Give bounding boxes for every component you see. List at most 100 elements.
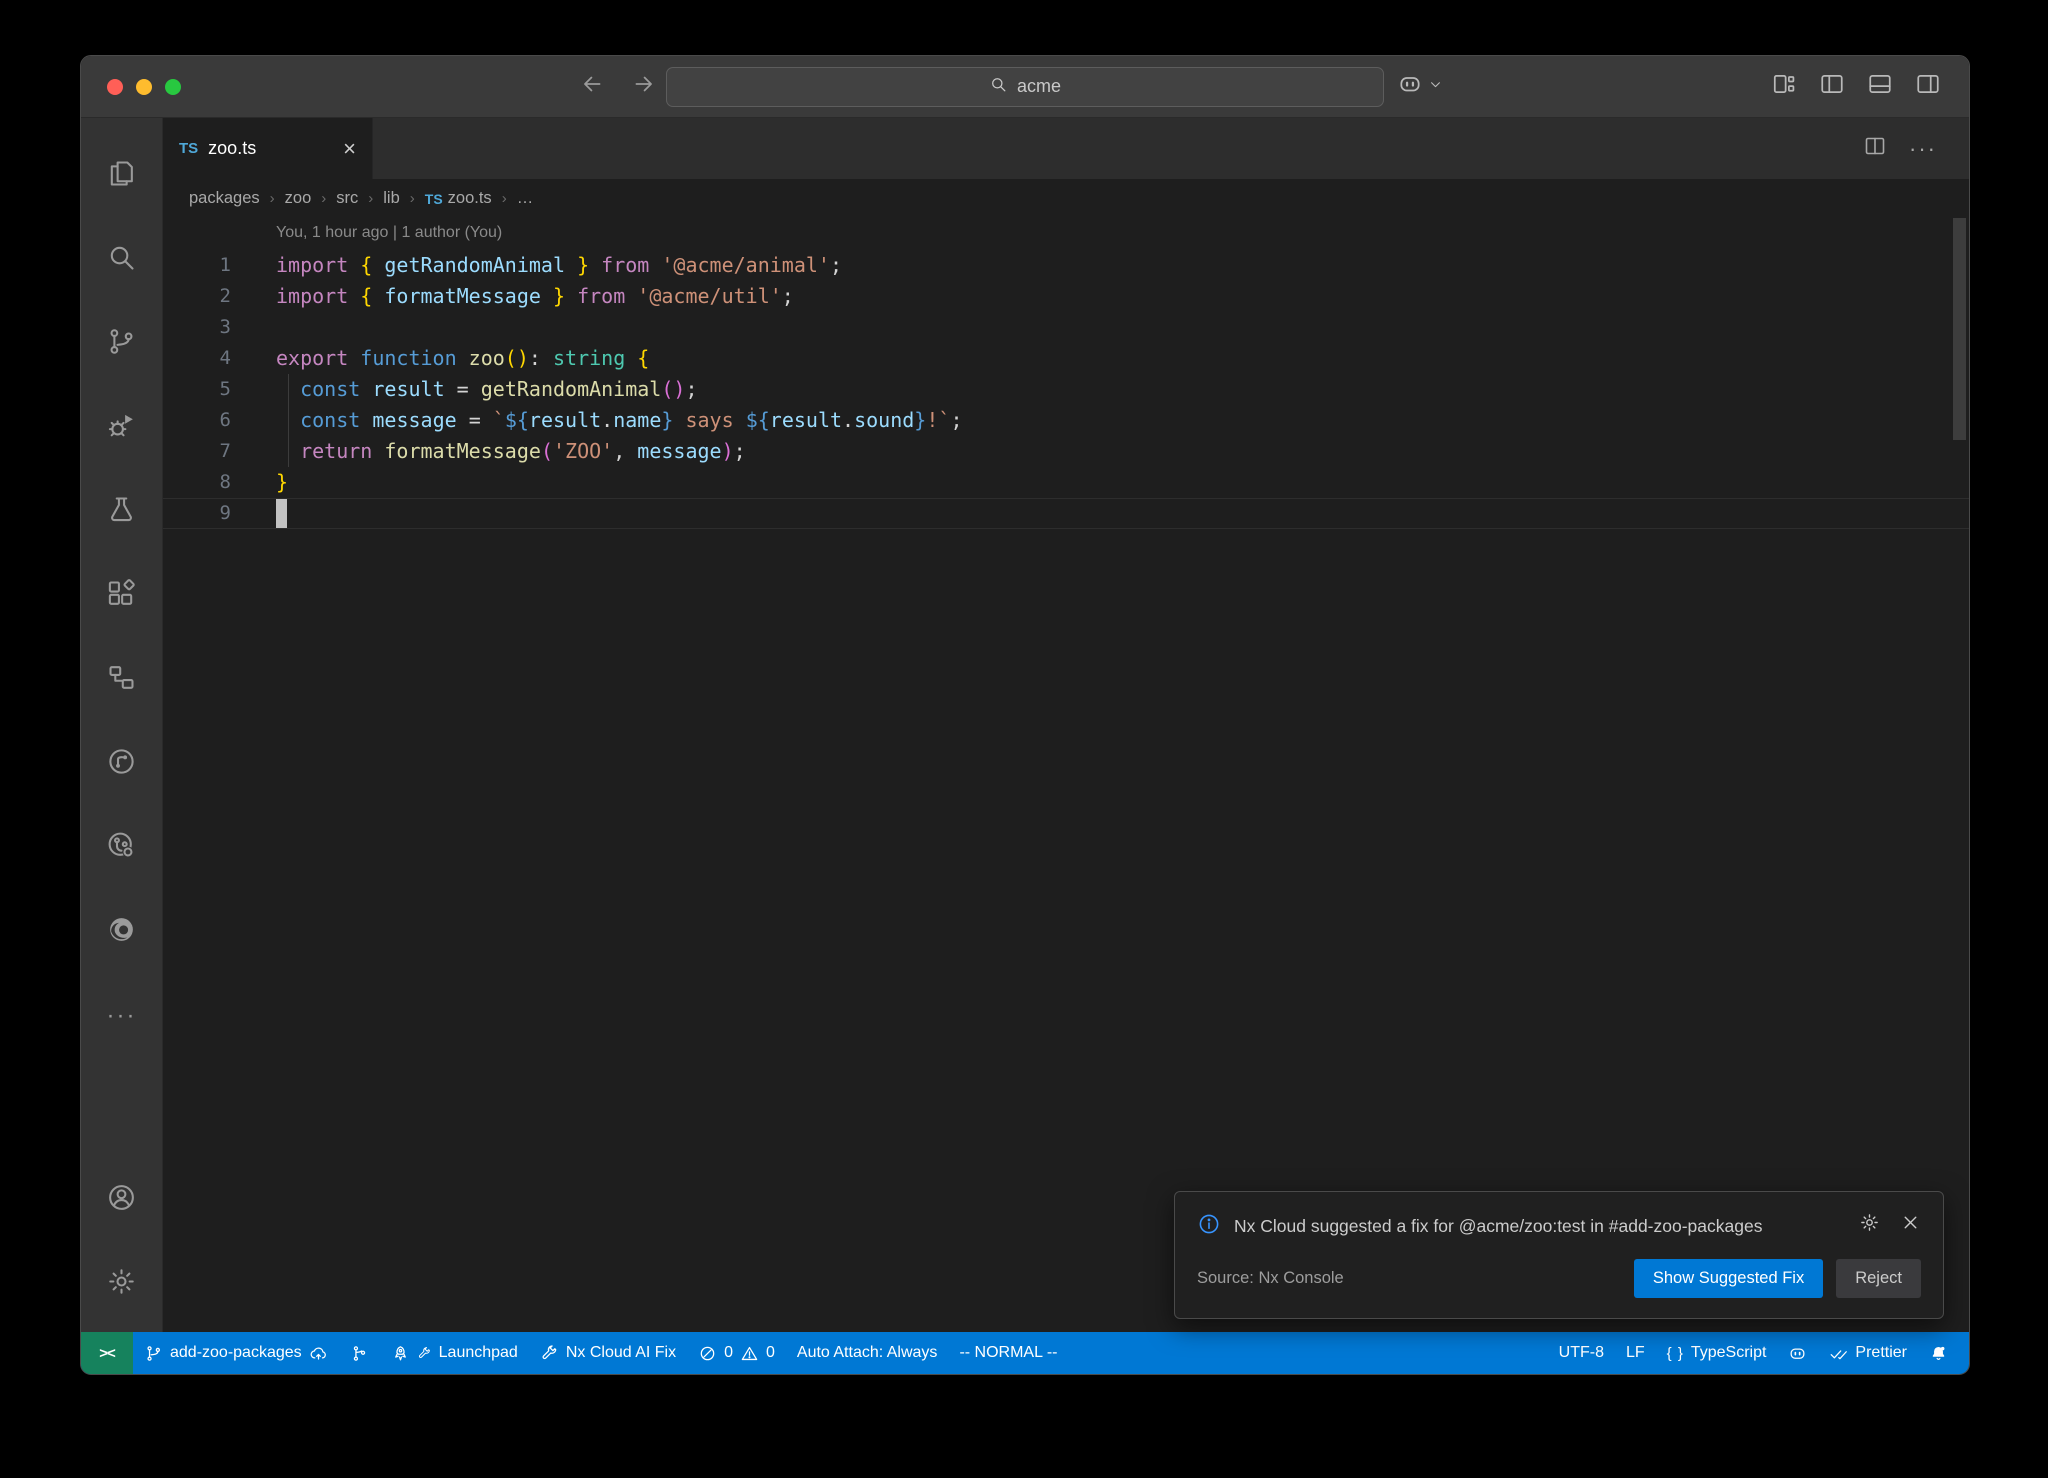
activity-bar: ··· [81,118,163,1332]
breadcrumb-label: src [336,189,358,208]
line-number: 2 [163,281,231,312]
activity-bar-item-search-icon[interactable] [81,218,162,302]
breadcrumb-separator: › [502,190,507,207]
breadcrumb-item--[interactable]: … [517,189,534,208]
settings-gear-icon [106,1266,137,1302]
copilot-status[interactable] [1777,1332,1818,1374]
close-window-button[interactable] [107,79,123,95]
breadcrumb-label: … [517,189,534,208]
code-line-8: 8} [163,467,1969,498]
status-label: 0 [766,1344,775,1362]
breadcrumb-separator: › [270,190,275,207]
close-tab-icon[interactable]: × [343,138,356,160]
notifications-bell[interactable] [1918,1332,1959,1374]
code-line-text: import { getRandomAnimal } from '@acme/a… [231,250,842,281]
command-center-search[interactable]: acme [666,67,1384,107]
customize-layout-icon[interactable] [1771,71,1797,102]
code-line-9: 9 [163,498,1969,529]
line-number: 5 [163,374,231,405]
activity-bar-item-run-debug-icon[interactable] [81,386,162,470]
prettier-status[interactable]: Prettier [1818,1332,1918,1374]
activity-bar-item-testing-icon[interactable] [81,470,162,554]
language-status[interactable]: { } TypeScript [1656,1332,1778,1374]
toggle-panel-icon[interactable] [1867,71,1893,102]
source-control-icon [106,326,137,362]
code-line-text: const message = `${result.name} says ${r… [231,405,962,436]
nx-cloud-ai-fix-status[interactable]: Nx Cloud AI Fix [529,1332,687,1374]
notification-close-icon[interactable] [1900,1212,1921,1238]
notification-settings-gear-icon[interactable] [1859,1212,1880,1238]
eol-status[interactable]: LF [1615,1332,1656,1374]
auto-attach-status[interactable]: Auto Attach: Always [786,1332,949,1374]
activity-bar-item-gitlens-icon[interactable] [81,806,162,890]
copilot-menu[interactable] [1397,56,1444,117]
split-editor-icon[interactable] [1863,134,1887,163]
status-label: Auto Attach: Always [797,1344,938,1362]
breadcrumb-item-zoo-ts[interactable]: TSzoo.ts [425,189,492,208]
breadcrumb-label: zoo.ts [448,189,492,208]
breadcrumb-item-zoo[interactable]: zoo [285,189,312,208]
launchpad-status[interactable]: Launchpad [380,1332,529,1374]
line-number: 8 [163,467,231,498]
problems-status[interactable]: 00 [687,1332,786,1374]
status-label: LF [1626,1344,1645,1362]
encoding-status[interactable]: UTF-8 [1548,1332,1615,1374]
tab-zoo-ts[interactable]: TS zoo.ts × [163,118,373,179]
breadcrumb-separator: › [410,190,415,207]
extensions-icon [106,578,137,614]
activity-bar-item-extensions-icon[interactable] [81,554,162,638]
activity-bar-item-accounts-icon[interactable] [81,1158,162,1242]
zoom-window-button[interactable] [165,79,181,95]
layout-controls [1771,56,1941,117]
code-line-text [231,312,276,343]
reject-button[interactable]: Reject [1836,1259,1921,1298]
activity-bar-item-settings-gear-icon[interactable] [81,1242,162,1326]
activity-bar-item-more-views-icon[interactable]: ··· [81,974,162,1058]
status-label: UTF-8 [1559,1344,1604,1362]
notification-source: Source: Nx Console [1197,1269,1344,1288]
minimize-window-button[interactable] [136,79,152,95]
project-graph-icon [106,746,137,782]
code-line-text: import { formatMessage } from '@acme/uti… [231,281,794,312]
run-debug-icon [106,410,137,446]
breadcrumb: packages›zoo›src›lib›TSzoo.ts›… [163,179,1969,218]
search-icon [106,242,137,278]
toggle-primary-sidebar-icon[interactable] [1819,71,1845,102]
git-graph-status[interactable] [339,1332,380,1374]
breadcrumb-item-packages[interactable]: packages [189,189,260,208]
activity-bar-item-edge-tools-icon[interactable] [81,890,162,974]
forward-arrow-icon[interactable] [631,71,657,102]
code-line-text: const result = getRandomAnimal(); [231,374,698,405]
code-editor[interactable]: You, 1 hour ago | 1 author (You) 1import… [163,218,1969,1332]
activity-bar-item-nx-console-icon[interactable] [81,638,162,722]
git-branch-status[interactable]: add-zoo-packages [133,1332,339,1374]
status-label: TypeScript [1691,1344,1767,1362]
copilot-icon [1788,1344,1807,1363]
activity-bar-item-explorer-icon[interactable] [81,134,162,218]
code-line-text: export function zoo(): string { [231,343,649,374]
braces-icon: { } [1667,1345,1684,1362]
status-label: Nx Cloud AI Fix [566,1344,676,1362]
breadcrumb-item-lib[interactable]: lib [383,189,400,208]
vim-mode-status[interactable]: -- NORMAL -- [948,1332,1068,1374]
main-area: ··· TS zoo.ts × ··· packages › zoo › src › lib… [81,118,1969,1332]
cloud-upload-icon [309,1344,328,1363]
back-arrow-icon[interactable] [579,71,605,102]
status-label: add-zoo-packages [170,1344,302,1362]
breadcrumb-item-src[interactable]: src [336,189,358,208]
explorer-icon [106,158,137,194]
activity-bar-item-project-graph-icon[interactable] [81,722,162,806]
editor-scrollbar[interactable] [1953,218,1966,440]
status-label: Launchpad [439,1344,518,1362]
history-nav [579,56,657,117]
show-suggested-fix-button[interactable]: Show Suggested Fix [1634,1259,1823,1298]
remote-indicator[interactable]: >< [81,1332,133,1374]
code-line-3: 3 [163,312,1969,343]
activity-bar-item-source-control-icon[interactable] [81,302,162,386]
breadcrumb-label: lib [383,189,400,208]
more-actions-icon[interactable]: ··· [1909,136,1937,162]
toggle-secondary-sidebar-icon[interactable] [1915,71,1941,102]
tab-label: zoo.ts [208,138,256,159]
line-number: 1 [163,250,231,281]
code-line-4: 4export function zoo(): string { [163,343,1969,374]
